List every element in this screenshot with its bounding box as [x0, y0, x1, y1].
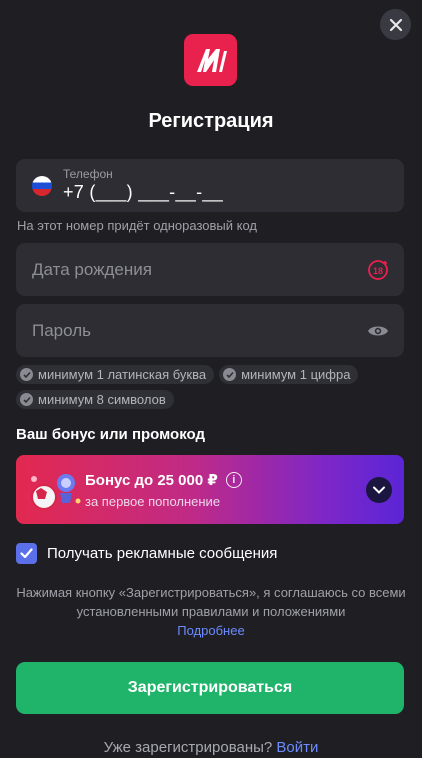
requirement-chip: минимум 1 латинская буква — [16, 365, 215, 384]
check-icon — [223, 368, 237, 381]
info-icon[interactable]: i — [225, 472, 242, 488]
requirement-label: минимум 8 символов — [38, 392, 166, 407]
brand-logo-icon — [196, 49, 227, 72]
bonus-title: Бонус до 25 000 ₽ i — [85, 471, 242, 489]
login-prompt: Уже зарегистрированы? Войти — [0, 739, 422, 756]
phone-input[interactable]: +7 (___) ___-__-__ — [63, 182, 223, 203]
terms-text: Нажимая кнопку «Зарегистрироваться», я с… — [16, 583, 406, 640]
phone-label: Телефон — [63, 167, 113, 181]
login-link[interactable]: Войти — [276, 739, 318, 756]
brand-logo — [184, 34, 237, 86]
marketing-checkbox-label[interactable]: Получать рекламные сообщения — [47, 545, 277, 562]
close-icon — [389, 18, 402, 31]
password-requirements: минимум 1 латинская буква минимум 1 цифр… — [16, 365, 406, 409]
terms-body: Нажимая кнопку «Зарегистрироваться», я с… — [16, 585, 406, 619]
password-field[interactable]: Пароль — [16, 304, 404, 357]
bonus-subtitle: за первое пополнение — [85, 494, 221, 509]
checkmark-icon — [20, 548, 33, 559]
phone-hint: На этот номер придёт одноразовый код — [17, 218, 258, 233]
page-title: Регистрация — [148, 110, 274, 132]
requirement-label: минимум 1 латинская буква — [38, 367, 207, 382]
check-icon — [20, 393, 33, 406]
terms-more-link[interactable]: Подробнее — [177, 623, 244, 638]
bonus-expand-button[interactable] — [366, 477, 392, 503]
requirement-label: минимум 1 цифра — [241, 367, 351, 382]
password-placeholder: Пароль — [32, 321, 91, 340]
bonus-title-text: Бонус до 25 000 ₽ — [85, 472, 218, 489]
russia-flag-icon[interactable] — [32, 176, 52, 196]
age-18-plus-icon: 18 — [366, 258, 390, 282]
requirement-chip: минимум 1 цифра — [219, 365, 359, 384]
marketing-checkbox[interactable] — [16, 543, 37, 564]
bonus-illustration-icon — [31, 474, 81, 510]
login-prompt-text: Уже зарегистрированы? — [103, 739, 273, 756]
svg-text:18: 18 — [373, 266, 383, 276]
bonus-heading: Ваш бонус или промокод — [16, 426, 205, 443]
close-button[interactable] — [380, 9, 411, 40]
bonus-selector[interactable]: Бонус до 25 000 ₽ i за первое пополнение — [16, 455, 404, 524]
register-button[interactable]: Зарегистрироваться — [16, 662, 404, 714]
requirement-chip: минимум 8 символов — [16, 390, 174, 409]
check-icon — [20, 368, 33, 381]
birthdate-placeholder: Дата рождения — [32, 260, 152, 279]
eye-icon[interactable] — [366, 319, 390, 343]
chevron-down-icon — [373, 486, 385, 494]
birthdate-field[interactable]: Дата рождения 18 — [16, 243, 404, 296]
phone-field[interactable]: Телефон +7 (___) ___-__-__ — [16, 159, 404, 212]
